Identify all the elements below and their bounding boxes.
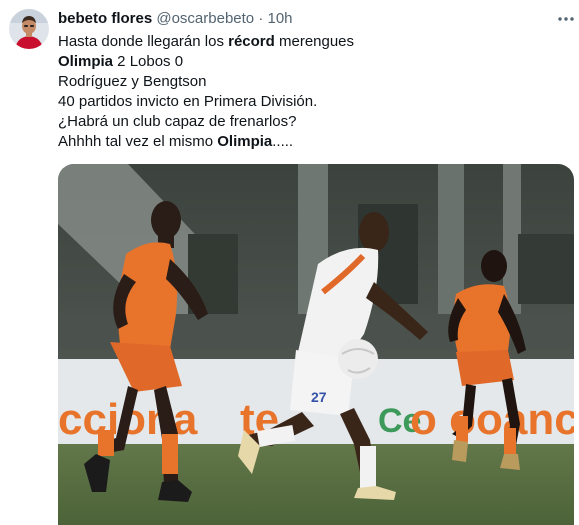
- author-name[interactable]: bebeto flores: [58, 10, 152, 27]
- text-segment: Ahhhh tal vez el mismo: [58, 133, 218, 150]
- tweet-photo[interactable]: cciona te Ce o ooanc: [58, 164, 574, 525]
- football-match-photo: cciona te Ce o ooanc: [58, 164, 574, 525]
- more-horizontal-icon[interactable]: [556, 9, 576, 29]
- timestamp[interactable]: 10h: [268, 10, 293, 27]
- author-handle[interactable]: @oscarbebeto: [156, 10, 254, 27]
- avatar[interactable]: [9, 9, 49, 49]
- text-segment: ¿Habrá un club capaz de frenarlos?: [58, 113, 297, 130]
- text-line: Rodríguez y Bengtson: [58, 72, 354, 92]
- text-segment: Rodríguez y Bengtson: [58, 73, 207, 90]
- text-segment: 40 partidos invicto en Primera División.: [58, 93, 318, 110]
- board-text-right: o ooanc: [410, 395, 574, 444]
- text-segment-bold: Olimpia: [217, 133, 273, 150]
- text-segment-bold: récord: [228, 33, 275, 50]
- text-segment: 2 Lobos 0: [113, 53, 184, 70]
- text-line: Olimpia 2 Lobos 0: [58, 52, 354, 72]
- text-line: 40 partidos invicto en Primera División.: [58, 92, 354, 112]
- jersey-number: 27: [311, 389, 327, 405]
- text-segment-bold: Olimpia: [58, 53, 114, 70]
- text-line: Hasta donde llegarán los récord merengue…: [58, 32, 354, 52]
- text-segment: merengues: [274, 33, 355, 50]
- tweet-text: Hasta donde llegarán los récord merengue…: [58, 32, 354, 152]
- text-line: Ahhhh tal vez el mismo Olimpia.....: [58, 132, 354, 152]
- text-segment: .....: [272, 133, 294, 150]
- tweet-header: bebeto flores @oscarbebeto · 10h: [58, 9, 293, 29]
- text-line: ¿Habrá un club capaz de frenarlos?: [58, 112, 354, 132]
- text-segment: Hasta donde llegarán los: [58, 33, 229, 50]
- tweet[interactable]: bebeto flores @oscarbebeto · 10h Hasta d…: [0, 0, 579, 525]
- separator-dot: ·: [258, 10, 264, 27]
